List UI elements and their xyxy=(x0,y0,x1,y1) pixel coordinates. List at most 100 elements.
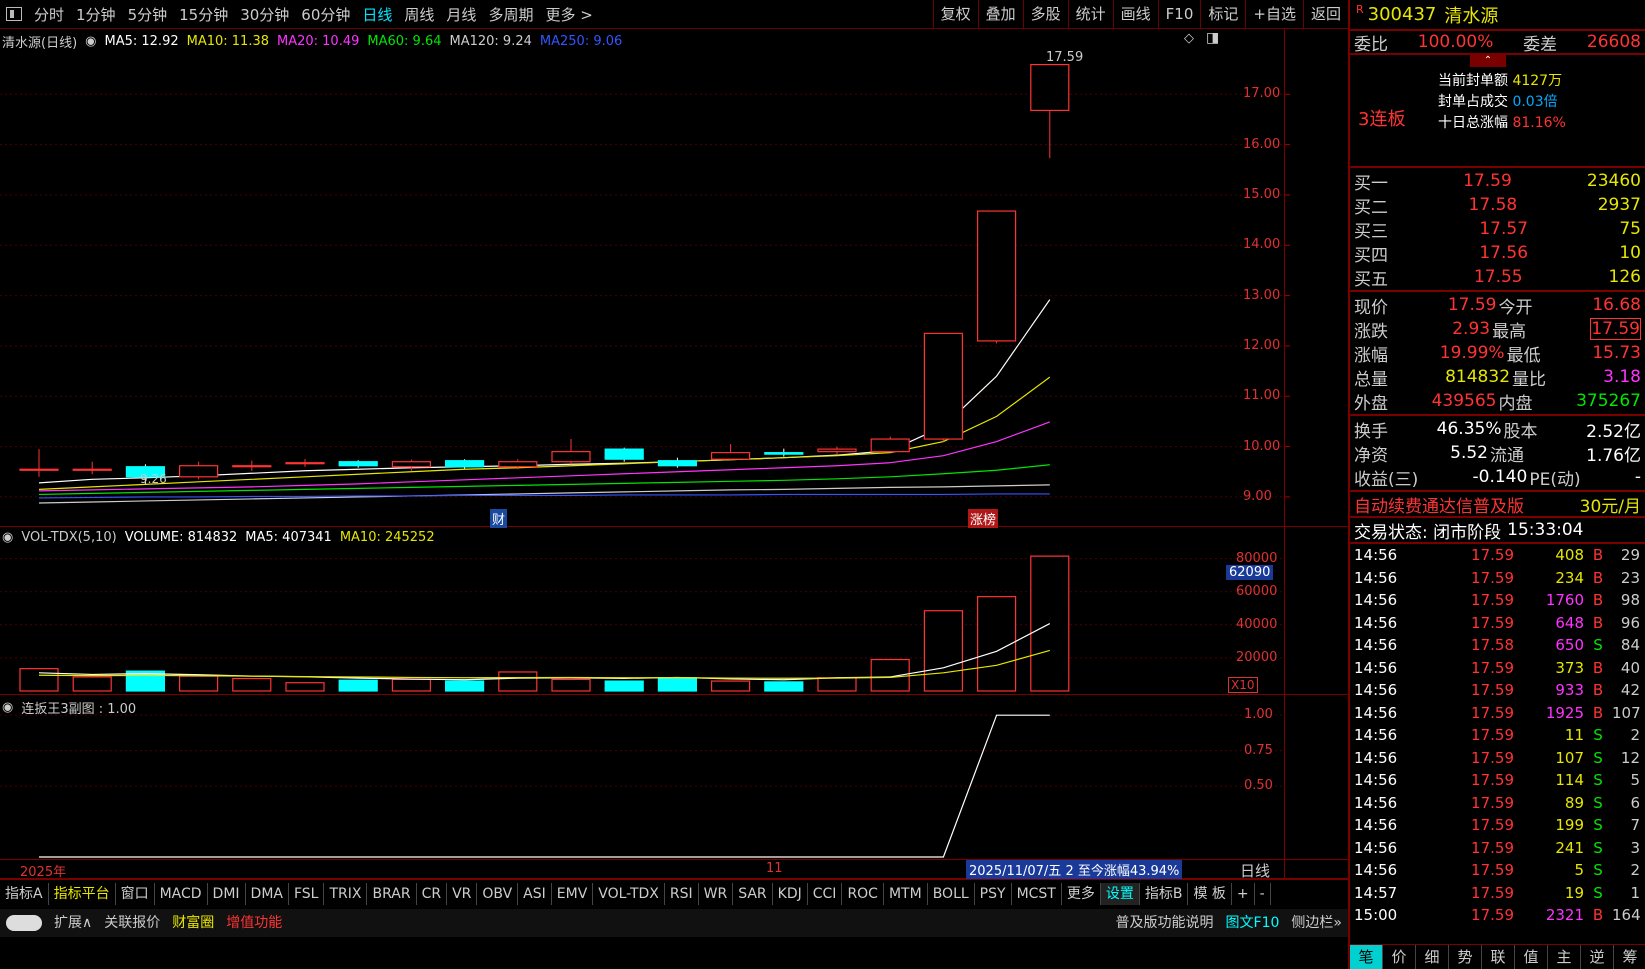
period-tab[interactable]: 周线 xyxy=(398,4,440,25)
signal-pane: ◉ 连扳王3副图 : 1.00 1.00 0.75 0.50 xyxy=(0,695,1348,860)
indicator-tab[interactable]: MTM xyxy=(884,882,928,905)
indicator-tab[interactable]: WR xyxy=(699,882,734,905)
toggle-switch[interactable] xyxy=(6,915,42,931)
tick-price: 17.59 xyxy=(1471,793,1514,812)
stat-label: 量比 xyxy=(1512,369,1547,390)
tick-side: B xyxy=(1592,546,1604,565)
bottom-tab[interactable]: 关联报价 xyxy=(98,912,166,934)
tool-button[interactable]: 画线 xyxy=(1112,0,1158,28)
bottom-tab[interactable]: 侧边栏» xyxy=(1285,912,1348,934)
indicator-tab[interactable]: RSI xyxy=(665,882,699,905)
period-tab[interactable]: 60分钟 xyxy=(295,4,356,25)
indicator-tab[interactable]: 模 板 xyxy=(1188,882,1232,905)
stat-row: 收益(三) -0.140 PE(动) - xyxy=(1350,465,1645,490)
period-tab[interactable]: 30分钟 xyxy=(234,4,295,25)
indicator-tab[interactable]: KDJ xyxy=(773,882,808,905)
indicator-tab[interactable]: TRIX xyxy=(324,882,368,905)
indicator-tab[interactable]: DMI xyxy=(208,882,246,905)
quote-nav-tab[interactable]: 值 xyxy=(1515,945,1548,969)
bid-volume: 10 xyxy=(1619,243,1641,263)
indicator-tab[interactable]: OBV xyxy=(477,882,519,905)
indicator-tab[interactable]: - xyxy=(1255,882,1271,905)
indicator-tab[interactable]: 设置 xyxy=(1100,882,1140,905)
tool-button[interactable]: +自选 xyxy=(1245,0,1303,28)
period-tab[interactable]: 月线 xyxy=(440,4,482,25)
candle-body xyxy=(232,465,272,468)
indicator-tab[interactable]: DMA xyxy=(246,882,289,905)
tool-button[interactable]: 多股 xyxy=(1022,0,1068,28)
limit-up-list-marker[interactable]: 涨榜 xyxy=(968,509,999,528)
quote-nav-tab[interactable]: 联 xyxy=(1482,945,1515,969)
period-tab[interactable]: 1分钟 xyxy=(70,4,122,25)
bottom-tab[interactable]: 图文F10 xyxy=(1220,912,1286,934)
period-tab[interactable]: 多周期 xyxy=(482,4,539,25)
period-tab[interactable]: 15分钟 xyxy=(173,4,234,25)
bottom-tab[interactable]: 财富圈 xyxy=(166,912,220,934)
promo-price[interactable]: 30元/月 xyxy=(1580,492,1641,517)
indicator-tab[interactable]: PSY xyxy=(975,882,1012,905)
indicator-tab[interactable]: 指标A xyxy=(0,882,49,905)
bottom-tab[interactable]: 普及版功能说明 xyxy=(1110,912,1220,934)
indicator-tab[interactable]: CCI xyxy=(808,882,843,905)
indicator-tab[interactable]: FSL xyxy=(289,882,325,905)
tick-row: 14:56 17.59 5 S 2 xyxy=(1350,859,1645,882)
quote-nav-tab[interactable]: 逆 xyxy=(1581,945,1614,969)
tick-volume: 234 xyxy=(1555,568,1584,587)
signal-chart[interactable] xyxy=(0,695,1348,860)
indicator-tab[interactable]: ASI xyxy=(518,882,552,905)
kline-chart[interactable] xyxy=(0,29,1348,527)
indicator-tab[interactable]: BOLL xyxy=(928,882,975,905)
period-tab[interactable]: 日线 xyxy=(356,4,398,25)
tick-volume: 107 xyxy=(1555,748,1584,767)
promo-text[interactable]: 自动续费通达信普及版 xyxy=(1354,492,1524,517)
stat-label: 涨跌 xyxy=(1354,321,1388,342)
window-toggle-icon[interactable] xyxy=(6,7,22,21)
quote-nav-tab[interactable]: 价 xyxy=(1383,945,1416,969)
tool-button[interactable]: 标记 xyxy=(1200,0,1245,28)
indicator-tab[interactable]: VOL-TDX xyxy=(593,882,665,905)
finance-marker[interactable]: 财 xyxy=(490,509,508,528)
indicator-tab[interactable]: MCST xyxy=(1012,882,1062,905)
indicator-tab[interactable]: BRAR xyxy=(367,882,417,905)
tool-button[interactable]: 复权 xyxy=(932,0,978,28)
tick-count: 1 xyxy=(1630,883,1640,902)
y-tick-label: 0.75 xyxy=(1244,742,1273,758)
promo-row[interactable]: 自动续费通达信普及版 30元/月 xyxy=(1350,492,1645,518)
period-tab[interactable]: 分时 xyxy=(28,4,70,25)
quote-nav-tab[interactable]: 笔 xyxy=(1350,945,1383,969)
indicator-tab[interactable]: ROC xyxy=(842,882,884,905)
tick-time: 14:56 xyxy=(1354,838,1398,857)
stat-row: 净资 5.52 流通 1.76亿 xyxy=(1350,441,1645,466)
indicator-tab[interactable]: 指标B xyxy=(1140,882,1189,905)
indicator-tab[interactable]: VR xyxy=(447,882,478,905)
period-tab[interactable]: 5分钟 xyxy=(122,4,174,25)
indicator-tab[interactable]: MACD xyxy=(155,882,208,905)
quote-nav-tab[interactable]: 势 xyxy=(1449,945,1482,969)
volume-chart[interactable] xyxy=(0,527,1348,695)
indicator-tab[interactable]: 指标平台 xyxy=(49,882,116,905)
indicator-tab[interactable]: SAR xyxy=(733,882,773,905)
quote-nav-tab[interactable]: 细 xyxy=(1416,945,1449,969)
tool-button[interactable]: 统计 xyxy=(1067,0,1113,28)
indicator-tab[interactable]: + xyxy=(1232,882,1255,905)
tool-button[interactable]: 叠加 xyxy=(977,0,1023,28)
quote-nav-tab[interactable]: 筹 xyxy=(1614,945,1645,969)
low-price-label: 9.26 xyxy=(140,472,167,486)
bottom-tab[interactable]: 增值功能 xyxy=(220,912,288,934)
collapse-arrow-icon[interactable]: ⌃ xyxy=(1470,55,1506,67)
indicator-tab[interactable]: 更多 xyxy=(1062,882,1101,905)
indicator-tab[interactable]: CR xyxy=(417,882,448,905)
quote-nav-tab[interactable]: 主 xyxy=(1548,945,1581,969)
r-badge: R xyxy=(1356,3,1364,16)
indicator-tab[interactable]: 窗口 xyxy=(116,882,155,905)
tick-row: 14:57 17.59 19 S 1 xyxy=(1350,882,1645,905)
period-tab[interactable]: 更多 > xyxy=(539,4,598,25)
tool-button[interactable]: 返回 xyxy=(1302,0,1348,28)
indicator-tab[interactable]: EMV xyxy=(552,882,594,905)
bottom-tab[interactable]: 扩展∧ xyxy=(48,912,98,934)
volume-bar xyxy=(498,671,538,692)
tick-count: 40 xyxy=(1620,658,1640,677)
tick-price: 17.59 xyxy=(1471,703,1514,722)
period-label[interactable]: 日线 xyxy=(1240,860,1270,881)
tool-button[interactable]: F10 xyxy=(1157,0,1201,28)
